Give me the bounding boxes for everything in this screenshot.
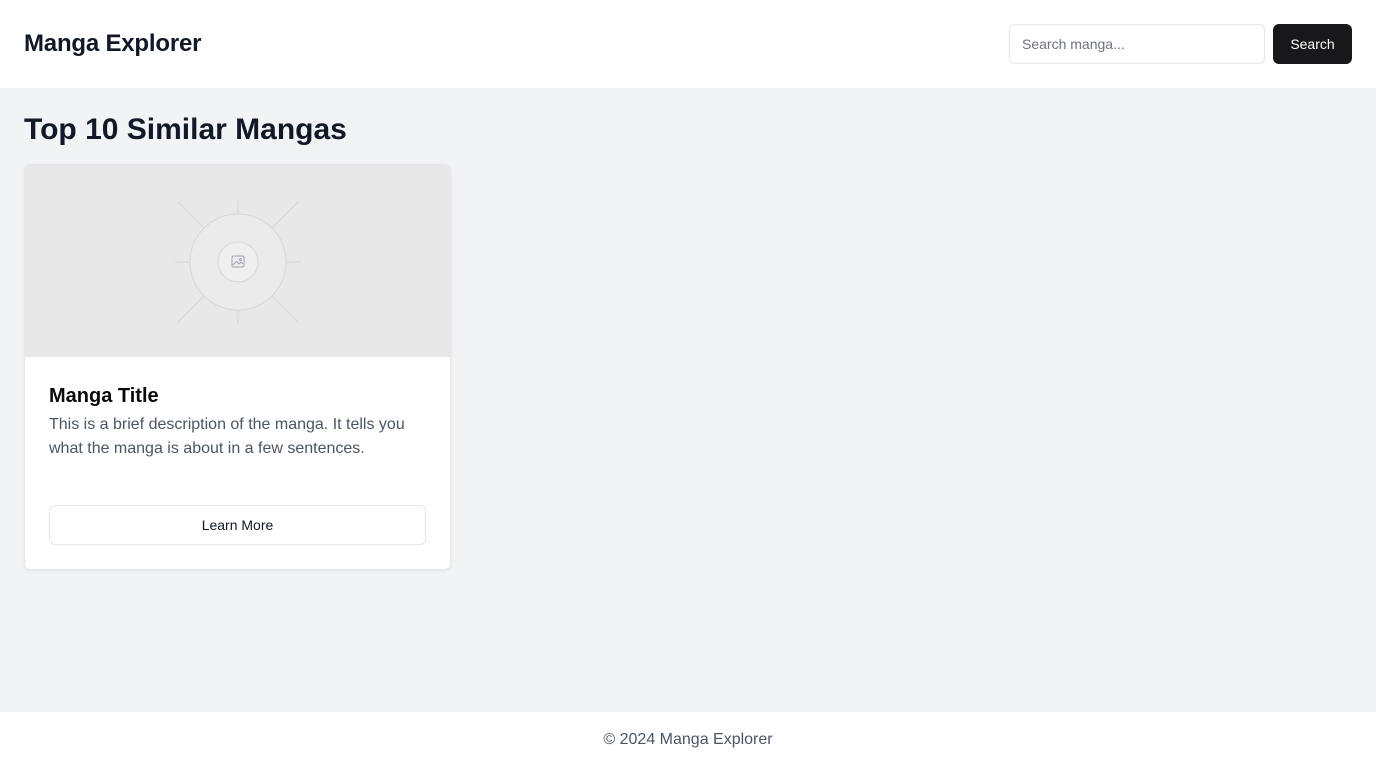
search-input[interactable]	[1009, 24, 1265, 64]
search-button[interactable]: Search	[1273, 24, 1352, 64]
manga-cover-placeholder	[25, 165, 450, 357]
manga-title: Manga Title	[49, 385, 159, 407]
image-placeholder-icon	[175, 200, 301, 324]
manga-card: Manga Title This is a brief description …	[24, 164, 451, 570]
site-footer: © 2024 Manga Explorer	[0, 712, 1376, 768]
site-header: Manga Explorer Search	[0, 0, 1376, 88]
manga-description: This is a brief description of the manga…	[49, 416, 405, 457]
footer-copyright: © 2024 Manga Explorer	[603, 731, 773, 748]
card-body: Manga Title This is a brief description …	[25, 357, 450, 485]
search-bar: Search	[1009, 24, 1352, 64]
main-content: Top 10 Similar Mangas Manga Title This i…	[24, 88, 1352, 570]
page-title: Top 10 Similar Mangas	[24, 113, 347, 146]
brand-title[interactable]: Manga Explorer	[24, 30, 201, 58]
learn-more-button[interactable]: Learn More	[49, 505, 426, 545]
